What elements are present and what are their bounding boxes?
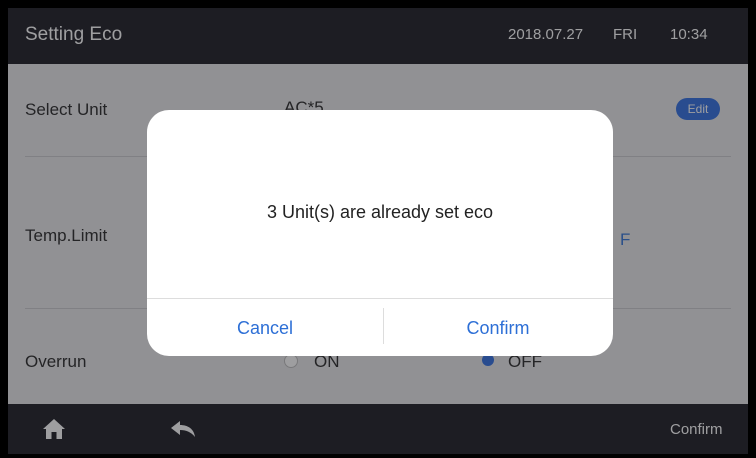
screen: Setting Eco 2018.07.27 FRI 10:34 Select … [8,8,748,454]
alert-dialog: 3 Unit(s) are already set eco Cancel Con… [147,110,613,356]
dialog-message: 3 Unit(s) are already set eco [266,202,494,222]
dialog-confirm-button[interactable]: Confirm [383,318,613,339]
dialog-cancel-button[interactable]: Cancel [147,318,383,339]
dialog-divider [147,298,613,299]
